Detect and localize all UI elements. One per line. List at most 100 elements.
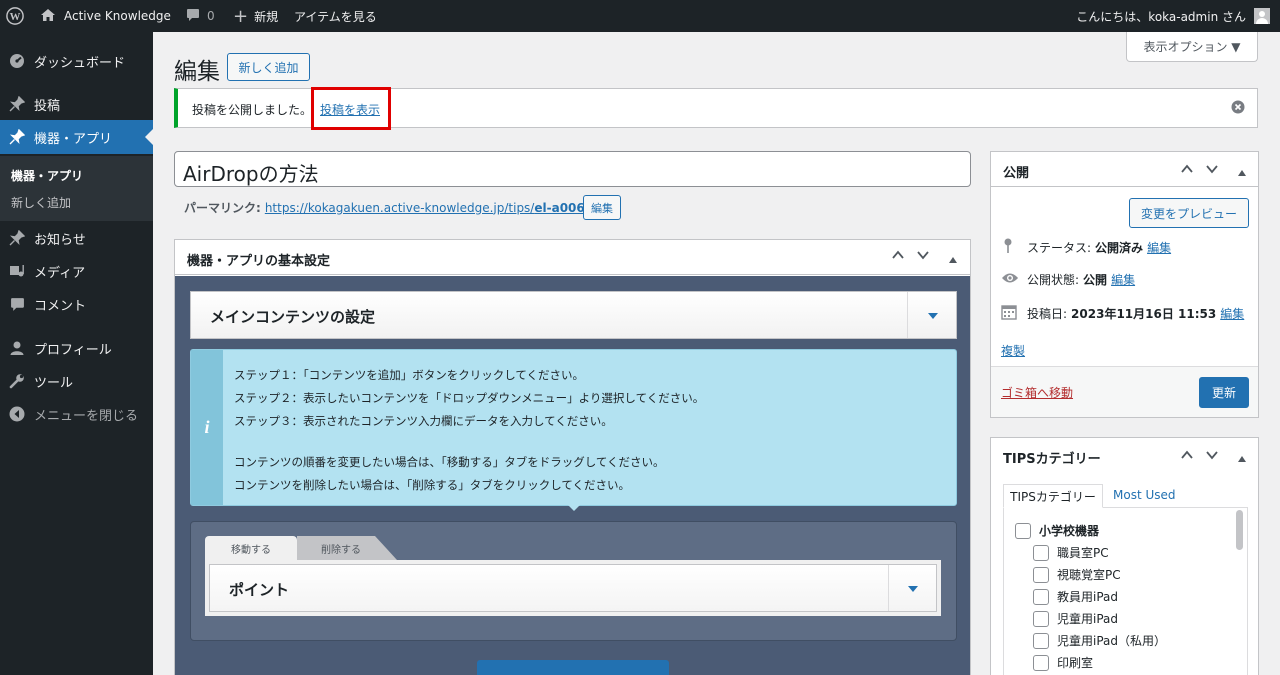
duplicate-link[interactable]: 複製	[1001, 342, 1025, 359]
status-label: ステータス:	[1027, 241, 1092, 255]
category-label: 小学校機器	[1039, 524, 1100, 538]
sidebar-item-posts[interactable]: 投稿	[0, 87, 153, 121]
visibility-label: 公開状態:	[1027, 273, 1080, 287]
checkbox[interactable]	[1033, 544, 1049, 561]
category-item[interactable]: 児童用iPad（私用）	[1033, 632, 1166, 649]
info-line: ステップ１：「コンテンツを追加」ボタンをクリックしてください。	[234, 368, 585, 382]
chevron-up-icon[interactable]	[1180, 162, 1194, 180]
sidebar-submenu: 機器・アプリ 新しく追加	[0, 156, 153, 221]
sidebar-item-label: コメント	[34, 298, 87, 314]
notice-text: 投稿を公開しました。	[192, 103, 313, 117]
publish-header: 公開	[991, 152, 1258, 187]
greeting-label: こんにちは、koka-admin さん	[1076, 9, 1246, 24]
date-row: 投稿日: 2023年11月16日 11:53 編集	[1001, 304, 1244, 323]
sidebar-item-label: 投稿	[34, 98, 61, 114]
point-dropdown[interactable]	[888, 565, 936, 611]
delete-tab[interactable]: 削除する	[297, 536, 397, 560]
category-label: 児童用iPad	[1057, 612, 1119, 626]
point-header: ポイント	[209, 564, 937, 612]
sidebar-item-dashboard[interactable]: ダッシュボード	[0, 44, 153, 78]
date-value: 2023年11月16日 11:53	[1071, 307, 1217, 321]
new-content-link[interactable]: + 新規	[233, 0, 278, 32]
chevron-down-icon[interactable]	[916, 248, 930, 266]
sidebar-item-label: メディア	[34, 265, 86, 281]
move-tab[interactable]: 移動する	[205, 536, 297, 560]
view-item-link[interactable]: アイテムを見る	[294, 0, 377, 32]
home-icon	[40, 8, 56, 25]
category-item[interactable]: 職員室PC	[1033, 544, 1109, 561]
svg-text:W: W	[10, 11, 21, 23]
view-item-label: アイテムを見る	[294, 9, 377, 24]
toggle-panel-icon[interactable]	[1237, 452, 1247, 467]
tab-most-used[interactable]: Most Used	[1113, 488, 1176, 502]
avatar[interactable]	[1254, 0, 1270, 32]
admin-sidebar: ダッシュボード 投稿 機器・アプリ 機器・アプリ 新しく追加 お知らせ メディア…	[0, 32, 153, 675]
submenu-item-current[interactable]: 機器・アプリ	[11, 167, 83, 184]
eye-icon	[1001, 272, 1023, 287]
checkbox[interactable]	[1033, 566, 1049, 583]
preview-changes-button[interactable]: 変更をプレビュー	[1129, 198, 1249, 228]
category-item[interactable]: 教員用iPad	[1033, 588, 1118, 605]
highlight-box	[311, 87, 391, 130]
add-new-button[interactable]: 新しく追加	[227, 53, 310, 81]
sidebar-item-profile[interactable]: プロフィール	[0, 331, 153, 365]
toggle-panel-icon[interactable]	[1237, 166, 1247, 181]
sidebar-item-devices-apps[interactable]: 機器・アプリ	[0, 120, 153, 154]
sidebar-collapse-menu[interactable]: メニューを閉じる	[0, 397, 153, 431]
status-edit-link[interactable]: 編集	[1147, 239, 1171, 256]
sidebar-item-label: 機器・アプリ	[34, 131, 113, 147]
site-name-link[interactable]: Active Knowledge	[40, 0, 171, 32]
publish-actions: ゴミ箱へ移動 更新	[991, 366, 1258, 417]
media-icon	[0, 263, 34, 279]
category-item[interactable]: 児童用iPad	[1033, 610, 1118, 627]
dismiss-notice-icon[interactable]	[1231, 100, 1245, 118]
category-item[interactable]: 印刷室	[1033, 654, 1093, 671]
scrollbar[interactable]	[1236, 510, 1243, 550]
comments-link[interactable]: 0	[186, 0, 215, 32]
sidebar-item-label: ツール	[34, 375, 74, 391]
permalink-edit-button[interactable]: 編集	[583, 195, 621, 220]
chevron-down-icon[interactable]	[1205, 448, 1219, 466]
info-text: ステップ１：「コンテンツを追加」ボタンをクリックしてください。 ステップ２：表示…	[234, 364, 704, 497]
user-icon	[0, 340, 34, 356]
post-title-input[interactable]: AirDropの方法	[174, 151, 971, 187]
permalink-base: https://kokagakuen.active-knowledge.jp/t…	[264, 200, 535, 215]
main-content-dropdown[interactable]	[907, 292, 957, 338]
submenu-item-add-new[interactable]: 新しく追加	[11, 194, 71, 211]
tab-all-categories[interactable]: TIPSカテゴリー	[1003, 484, 1103, 508]
visibility-edit-link[interactable]: 編集	[1111, 271, 1135, 288]
chevron-up-icon[interactable]	[891, 248, 905, 266]
info-icon: i	[191, 350, 223, 505]
toggle-panel-icon[interactable]	[948, 253, 958, 268]
point-title: ポイント	[229, 581, 290, 599]
permalink-link[interactable]: https://kokagakuen.active-knowledge.jp/t…	[265, 201, 589, 215]
comment-bubble-icon	[0, 297, 34, 312]
wordpress-logo-icon[interactable]: W	[6, 0, 26, 32]
caret-down-icon	[907, 581, 918, 596]
chevron-down-icon[interactable]	[1205, 162, 1219, 180]
category-item[interactable]: 視聴覚室PC	[1033, 566, 1121, 583]
chevron-up-icon[interactable]	[1180, 448, 1194, 466]
sidebar-item-tools[interactable]: ツール	[0, 364, 153, 398]
checkbox[interactable]	[1033, 588, 1049, 605]
trash-link[interactable]: ゴミ箱へ移動	[1001, 384, 1073, 401]
date-edit-link[interactable]: 編集	[1220, 305, 1244, 322]
sidebar-item-comments[interactable]: コメント	[0, 287, 153, 321]
sidebar-item-media[interactable]: メディア	[0, 254, 153, 288]
comments-count: 0	[207, 9, 215, 23]
checkbox[interactable]	[1033, 654, 1049, 671]
sidebar-item-label: お知らせ	[34, 232, 86, 248]
checkbox[interactable]	[1015, 522, 1031, 539]
point-row: ポイント	[205, 560, 941, 616]
update-button[interactable]: 更新	[1199, 377, 1249, 408]
checkbox[interactable]	[1033, 610, 1049, 627]
account-greeting[interactable]: こんにちは、koka-admin さん	[1076, 0, 1246, 32]
screen-options-button[interactable]: 表示オプション ▼	[1126, 32, 1258, 62]
permalink-label: パーマリンク:	[184, 201, 261, 215]
category-item[interactable]: 小学校機器	[1015, 522, 1099, 539]
category-label: 教員用iPad	[1057, 590, 1119, 604]
sidebar-item-news[interactable]: お知らせ	[0, 221, 153, 255]
checkbox[interactable]	[1033, 632, 1049, 649]
add-content-button[interactable]	[477, 660, 669, 675]
metabox-header: 機器・アプリの基本設定	[175, 240, 970, 275]
